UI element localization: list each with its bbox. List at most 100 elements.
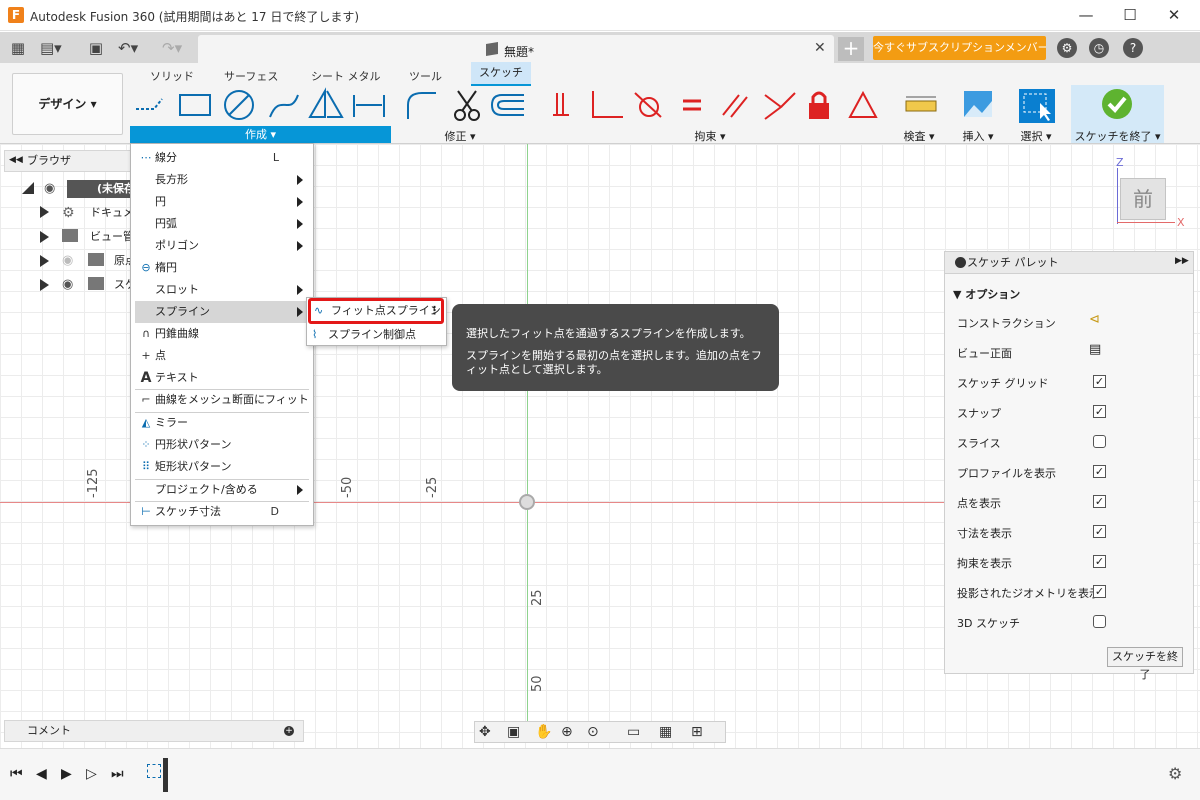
zoom-icon[interactable]: ⊕	[561, 722, 573, 742]
circle-tool-icon[interactable]	[224, 90, 254, 120]
equal-icon[interactable]	[683, 99, 701, 111]
look-at-icon[interactable]: ▣	[507, 722, 520, 742]
snap-checkbox[interactable]: ✓	[1093, 405, 1106, 418]
sketch-grid-checkbox[interactable]: ✓	[1093, 375, 1106, 388]
insert-image-icon[interactable]	[964, 91, 992, 117]
fix-constraint-icon[interactable]	[553, 93, 569, 116]
menu-item-spline[interactable]: スプライン	[135, 301, 309, 323]
viewports-icon[interactable]: ⊞	[691, 722, 703, 742]
parallel-icon[interactable]	[722, 94, 748, 118]
insert-group-label[interactable]: 挿入 ▾	[956, 130, 1000, 144]
close-tab-icon[interactable]: ✕	[814, 40, 826, 56]
browser-item-sketches[interactable]: スケ	[114, 274, 131, 296]
line-tool-icon[interactable]	[136, 98, 163, 110]
show-profile-checkbox[interactable]: ✓	[1093, 465, 1106, 478]
timeline-settings-gear-icon[interactable]: ⚙	[1168, 764, 1182, 783]
perpendicular-icon[interactable]	[592, 91, 623, 118]
coincident-icon[interactable]	[764, 92, 796, 120]
lock-icon[interactable]	[809, 91, 829, 119]
menu-item-line[interactable]: ⋯ 線分 L	[135, 147, 309, 169]
show-dimensions-checkbox[interactable]: ✓	[1093, 525, 1106, 538]
expand-icon[interactable]	[40, 255, 49, 267]
slice-checkbox[interactable]	[1093, 435, 1106, 448]
menu-item-arc[interactable]: 円弧	[135, 213, 309, 235]
timeline-sketch-feature-icon[interactable]	[147, 764, 161, 778]
tab-tools[interactable]: ツール	[409, 68, 442, 84]
tab-surface[interactable]: サーフェス	[224, 68, 278, 84]
trim-scissors-icon[interactable]	[454, 90, 480, 121]
palette-finish-sketch-button[interactable]: スケッチを終了	[1107, 647, 1183, 681]
step-forward-icon[interactable]: ▷	[86, 766, 97, 782]
menu-item-sketch-dimension[interactable]: ⊢ スケッチ寸法 D	[135, 501, 309, 523]
menu-item-conic[interactable]: ∩ 円錐曲線	[135, 323, 309, 345]
history-icon[interactable]: ◷	[1089, 38, 1109, 58]
workspace-switcher[interactable]: デザイン ▾	[12, 73, 123, 135]
browser-item-origin[interactable]: 原点	[114, 250, 131, 272]
expand-palette-icon[interactable]: ▶▶	[1175, 256, 1189, 266]
collapse-browser-icon[interactable]: ◀◀	[9, 155, 23, 165]
modify-group-label[interactable]: 修正 ▾	[430, 130, 490, 144]
menu-item-fit-curve[interactable]: ⌐ 曲線をメッシュ断面にフィット	[135, 389, 309, 411]
inspect-group-label[interactable]: 検査 ▾	[897, 130, 941, 144]
menu-item-circular-pattern[interactable]: ⁘ 円形状パターン	[135, 434, 309, 456]
play-icon[interactable]: ▶	[61, 766, 72, 782]
show-projected-geometry-checkbox[interactable]: ✓	[1093, 585, 1106, 598]
file-icon[interactable]: ▤▾	[40, 38, 62, 58]
menu-item-circle[interactable]: 円	[135, 191, 309, 213]
timeline-marker[interactable]	[163, 758, 168, 792]
options-section-header[interactable]: ▼ オプション	[953, 286, 1020, 302]
save-icon[interactable]: ▣	[86, 38, 106, 58]
subscribe-button[interactable]: 今すぐサブスクリプションメンバーに...	[873, 36, 1046, 60]
triangle-constraint-icon[interactable]	[848, 90, 878, 118]
minimize-button[interactable]: —	[1063, 0, 1109, 31]
expand-icon[interactable]	[40, 231, 49, 243]
tangent-icon[interactable]	[634, 92, 662, 118]
menu-item-rectangular-pattern[interactable]: ⠿ 矩形状パターン	[135, 456, 309, 478]
fit-zoom-icon[interactable]: ⊙	[587, 722, 599, 742]
go-to-start-icon[interactable]: ⏮	[10, 766, 23, 782]
maximize-button[interactable]: ☐	[1107, 0, 1153, 31]
expand-root-icon[interactable]	[22, 182, 34, 194]
visibility-eye-icon[interactable]: ◉	[44, 181, 55, 196]
orbit-icon[interactable]: ✥	[479, 722, 491, 742]
finish-sketch-group-label[interactable]: スケッチを終了 ▾	[1071, 130, 1164, 144]
add-comment-icon[interactable]: +	[284, 726, 294, 736]
menu-item-point[interactable]: + 点	[135, 345, 309, 367]
redo-icon[interactable]: ↷▾	[162, 38, 182, 58]
3d-sketch-checkbox[interactable]	[1093, 615, 1106, 628]
control-point-spline-item[interactable]: ⌇ スプライン制御点	[310, 326, 444, 344]
tab-solid[interactable]: ソリッド	[150, 68, 194, 84]
menu-item-project-include[interactable]: プロジェクト/含める	[135, 479, 309, 501]
visibility-eye-icon[interactable]: ◉	[62, 277, 73, 292]
hidden-eye-icon[interactable]: ◉	[62, 253, 73, 268]
view-cube[interactable]: 前	[1120, 178, 1166, 220]
grid-settings-icon[interactable]: ▦	[659, 722, 672, 742]
offset-icon[interactable]	[490, 94, 524, 116]
tab-sketch[interactable]: スケッチ	[471, 62, 531, 86]
fit-point-spline-item[interactable]: ∿ フィット点スプライン ⋮	[308, 298, 444, 324]
select-group-label[interactable]: 選択 ▾	[1014, 130, 1058, 144]
tab-sheet-metal[interactable]: シート メタル	[311, 68, 381, 84]
palette-header[interactable]: スケッチ パレット	[945, 252, 1193, 274]
browser-header[interactable]: ブラウザ	[4, 150, 131, 172]
new-tab-button[interactable]: +	[838, 37, 864, 61]
undo-icon[interactable]: ↶▾	[118, 38, 138, 58]
menu-item-slot[interactable]: スロット	[135, 279, 309, 301]
show-constraints-checkbox[interactable]: ✓	[1093, 555, 1106, 568]
step-back-icon[interactable]: ◀	[36, 766, 47, 782]
browser-root-item[interactable]: (未保存)	[67, 180, 130, 198]
go-to-end-icon[interactable]: ⏭	[111, 766, 124, 782]
collapse-palette-icon[interactable]	[955, 257, 966, 268]
display-settings-icon[interactable]: ▭	[627, 722, 640, 742]
menu-item-mirror[interactable]: ◭ ミラー	[135, 412, 309, 434]
origin-point[interactable]	[519, 494, 535, 510]
menu-item-ellipse[interactable]: ⊖ 楕円	[135, 257, 309, 279]
menu-item-rectangle[interactable]: 長方形	[135, 169, 309, 191]
spline-tool-icon[interactable]	[269, 94, 299, 118]
more-options-icon[interactable]: ⋮	[429, 301, 440, 321]
dimension-tool-icon[interactable]	[353, 95, 385, 117]
comments-panel[interactable]: コメント	[4, 720, 304, 742]
expand-icon[interactable]	[40, 206, 49, 218]
fillet-icon[interactable]	[407, 92, 436, 119]
menu-item-text[interactable]: A テキスト	[135, 367, 309, 389]
